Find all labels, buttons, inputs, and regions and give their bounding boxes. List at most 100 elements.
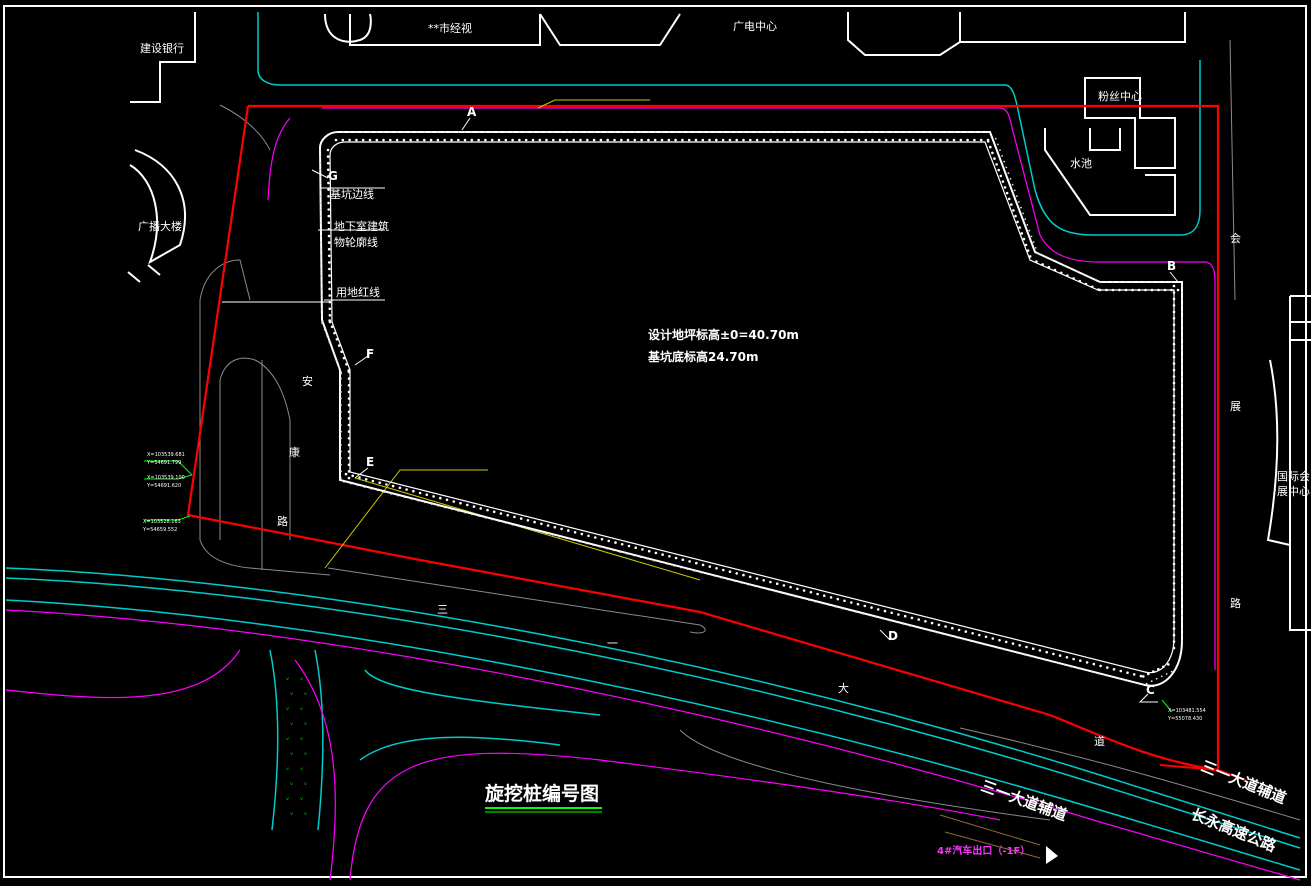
pile-marker <box>412 489 415 493</box>
leader-lines <box>324 99 701 581</box>
basement-outline <box>318 131 1183 687</box>
building-radio-tower: 广播大楼 <box>138 219 182 233</box>
pile-marker-inner <box>858 131 860 133</box>
pile-marker-inner <box>888 619 891 622</box>
pile-marker-inner <box>956 636 958 639</box>
pile-marker-inner <box>855 611 857 613</box>
pile-marker-inner <box>1181 492 1183 494</box>
pile-marker <box>472 505 476 508</box>
pile-marker-inner <box>1155 677 1158 680</box>
pile-marker-inner <box>959 131 962 133</box>
pile-marker-inner <box>1181 395 1183 397</box>
pile-marker <box>1001 180 1005 183</box>
pile-marker-inner <box>929 629 932 632</box>
pile-marker-inner <box>962 638 965 641</box>
pile-marker-inner <box>898 131 901 133</box>
pile-marker-inner <box>320 241 322 244</box>
pile-marker-inner <box>471 513 473 516</box>
road-san-3: 大 <box>838 681 849 695</box>
building-expo-2: 展中心 <box>1277 485 1310 498</box>
pile-marker <box>580 532 584 536</box>
pile-marker <box>378 481 382 485</box>
planting-symbol: ᵥ <box>300 733 303 742</box>
pile-marker-inner <box>821 602 824 605</box>
pile-marker-inner <box>661 131 663 133</box>
pile-marker <box>347 410 351 414</box>
pile-markers <box>319 131 1183 685</box>
pile-marker-inner <box>396 131 398 133</box>
pile-marker-inner <box>673 564 675 567</box>
pile-marker <box>1172 607 1176 611</box>
pit-bottom-elevation: 基坑底标高24.70m <box>647 349 758 364</box>
pile-marker <box>552 138 555 142</box>
pile-marker <box>836 597 840 601</box>
pile-marker <box>1092 662 1096 666</box>
pile-marker-inner <box>1003 648 1006 651</box>
pile-marker <box>1172 562 1176 566</box>
pile-marker <box>1098 288 1102 292</box>
pile-marker <box>1059 271 1063 275</box>
pile-marker-inner <box>708 131 711 133</box>
west-magenta <box>5 649 241 699</box>
pile-marker <box>871 138 874 142</box>
pile-marker-inner <box>953 131 955 133</box>
pile-marker-inner <box>895 621 898 624</box>
pile-marker <box>796 587 799 591</box>
pile-marker-inner <box>1105 281 1108 283</box>
pile-marker-inner <box>593 131 595 133</box>
pile-marker <box>347 369 351 372</box>
pile-marker <box>341 138 345 142</box>
planting-symbol: ᵥ <box>286 703 289 712</box>
pile-marker <box>1172 498 1176 501</box>
pile-marker <box>802 589 806 592</box>
pile-marker-inner <box>926 131 928 133</box>
pile-marker-inner <box>319 149 321 151</box>
pile-marker <box>327 214 331 218</box>
pile-marker <box>749 138 752 142</box>
pile-marker-inner <box>837 131 840 133</box>
pile-marker <box>347 437 351 440</box>
pile-marker <box>633 138 637 142</box>
pile-marker <box>504 138 508 142</box>
pile-marker-inner <box>320 255 323 257</box>
pile-marker-inner <box>680 566 682 569</box>
pile-marker-inner <box>1181 349 1183 352</box>
pile-marker-inner <box>498 131 500 133</box>
pile-marker-inner <box>1181 517 1183 520</box>
pile-marker <box>445 498 449 502</box>
pile-marker-inner <box>363 486 366 488</box>
pile-marker-inner <box>340 430 342 433</box>
pile-marker-inner <box>376 489 379 492</box>
pile-marker <box>796 138 800 142</box>
pile-marker-inner <box>706 573 709 576</box>
pile-marker-inner <box>532 131 534 133</box>
pile-marker <box>327 241 331 244</box>
median-edge-1 <box>269 649 279 831</box>
pile-marker-inner <box>356 484 359 487</box>
pile-marker <box>1142 675 1145 678</box>
planting-symbol: ᵥ <box>304 748 307 757</box>
pile-marker-inner <box>319 208 322 211</box>
pile-marker-inner <box>747 583 750 586</box>
pile-marker <box>984 635 988 639</box>
pile-marker-inner <box>776 131 779 133</box>
pile-marker <box>389 138 392 142</box>
pile-marker-inner <box>340 477 342 479</box>
pile-marker-inner <box>319 162 322 165</box>
pile-marker <box>540 522 543 526</box>
pile-marker-inner <box>774 590 777 593</box>
pile-marker <box>443 138 447 142</box>
pile-marker <box>776 138 779 142</box>
pile-marker <box>1157 288 1160 292</box>
pile-marker <box>452 500 456 503</box>
leader-corner-c <box>1138 693 1158 703</box>
pile-marker-inner <box>848 609 851 612</box>
pile-marker <box>614 541 617 544</box>
pile-marker-inner <box>1044 256 1047 259</box>
pile-marker-inner <box>966 131 969 133</box>
pile-marker-inner <box>1015 195 1018 198</box>
pile-marker-inner <box>1181 388 1183 391</box>
pile-marker <box>1131 288 1134 292</box>
pile-marker-inner <box>830 131 833 133</box>
pile-marker <box>1010 203 1013 206</box>
